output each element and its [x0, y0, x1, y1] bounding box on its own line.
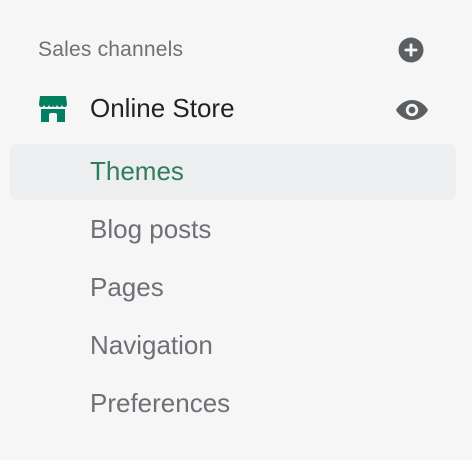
sub-item-label: Preferences — [90, 388, 231, 418]
sub-item-preferences[interactable]: Preferences — [10, 376, 456, 432]
sub-item-label: Pages — [90, 272, 164, 302]
sub-item-label: Navigation — [90, 330, 213, 360]
sales-channels-nav: Sales channels Online Store Themes Blog … — [0, 0, 472, 460]
sub-item-pages[interactable]: Pages — [10, 260, 456, 316]
plus-circle-icon — [398, 37, 424, 63]
sales-channels-header: Sales channels — [38, 34, 434, 66]
sub-item-themes[interactable]: Themes — [10, 144, 456, 200]
sub-item-navigation[interactable]: Navigation — [10, 318, 456, 374]
sales-channels-title: Sales channels — [38, 38, 184, 61]
sub-item-blog-posts[interactable]: Blog posts — [10, 202, 456, 258]
storefront-icon — [39, 96, 67, 122]
add-sales-channel-button[interactable] — [397, 36, 425, 64]
online-store-label: Online Store — [90, 93, 235, 123]
sub-item-label: Themes — [90, 156, 184, 186]
eye-icon — [396, 100, 428, 120]
sub-item-label: Blog posts — [90, 214, 212, 244]
view-online-store-button[interactable] — [394, 92, 430, 128]
online-store-item[interactable]: Online Store — [38, 88, 434, 132]
